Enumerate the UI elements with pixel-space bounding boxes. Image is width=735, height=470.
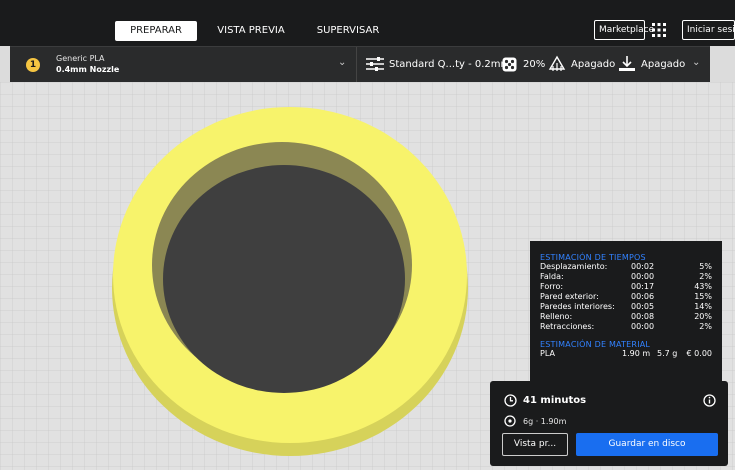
tab-preview[interactable]: VISTA PREVIA <box>212 21 290 41</box>
tab-prepare[interactable]: PREPARAR <box>115 21 197 41</box>
apps-grid-icon[interactable] <box>650 21 668 39</box>
save-to-disk-button[interactable]: Guardar en disco <box>576 433 718 456</box>
material-row: PLA 1.90 m 5.7 g € 0.00 <box>540 349 712 358</box>
chevron-down-icon[interactable]: ⌄ <box>692 57 700 68</box>
table-row: Desplazamiento: 00:02 5% <box>540 262 712 271</box>
material-estimate-heading: ESTIMACIÓN DE MATERIAL <box>540 340 651 349</box>
clock-icon <box>504 394 517 407</box>
table-row: Paredes interiores: 00:05 14% <box>540 302 712 311</box>
table-row: Falda: 00:00 2% <box>540 272 712 281</box>
infill-icon <box>502 57 517 72</box>
adhesion-icon <box>619 56 635 71</box>
time-estimate-heading: ESTIMACIÓN DE TIEMPOS <box>540 253 646 262</box>
spool-icon <box>504 415 516 427</box>
nozzle-size[interactable]: 0.4mm Nozzle <box>56 65 119 74</box>
marketplace-button[interactable]: Marketplace <box>594 20 654 40</box>
material-name[interactable]: Generic PLA <box>56 54 105 63</box>
chevron-down-icon[interactable]: ⌄ <box>338 57 346 68</box>
quality-profile[interactable]: Standard Q...ty - 0.2mm <box>389 59 510 70</box>
tab-monitor[interactable]: SUPERVISAR <box>312 21 384 41</box>
extruder-badge: 1 <box>26 58 40 72</box>
print-action-panel: 41 minutos 6g · 1.90m Vista pr... Guarda… <box>490 381 728 466</box>
infill-value[interactable]: 20% <box>523 59 545 70</box>
divider <box>356 47 357 83</box>
sign-in-button[interactable]: Iniciar sesión <box>682 20 735 40</box>
table-row: Relleno: 00:08 20% <box>540 312 712 321</box>
support-icon <box>548 55 566 71</box>
stage-menu-bar: PREPARAR VISTA PREVIA SUPERVISAR Marketp… <box>0 0 735 46</box>
print-time: 41 minutos <box>523 395 587 406</box>
info-icon[interactable] <box>703 394 716 407</box>
preview-button[interactable]: Vista pr... <box>502 433 568 456</box>
table-row: Retracciones: 00:00 2% <box>540 322 712 331</box>
table-row: Pared exterior: 00:06 15% <box>540 292 712 301</box>
sliders-icon <box>366 57 384 71</box>
material-usage: 6g · 1.90m <box>523 417 567 426</box>
adhesion-value[interactable]: Apagado <box>641 59 685 70</box>
ring-model[interactable] <box>112 107 468 456</box>
print-setup-bar: 1 Generic PLA 0.4mm Nozzle ⌄ Standard Q.… <box>10 46 710 83</box>
print-estimate-panel: ESTIMACIÓN DE TIEMPOS Desplazamiento: 00… <box>530 241 722 381</box>
table-row: Forro: 00:17 43% <box>540 282 712 291</box>
support-value[interactable]: Apagado <box>571 59 615 70</box>
